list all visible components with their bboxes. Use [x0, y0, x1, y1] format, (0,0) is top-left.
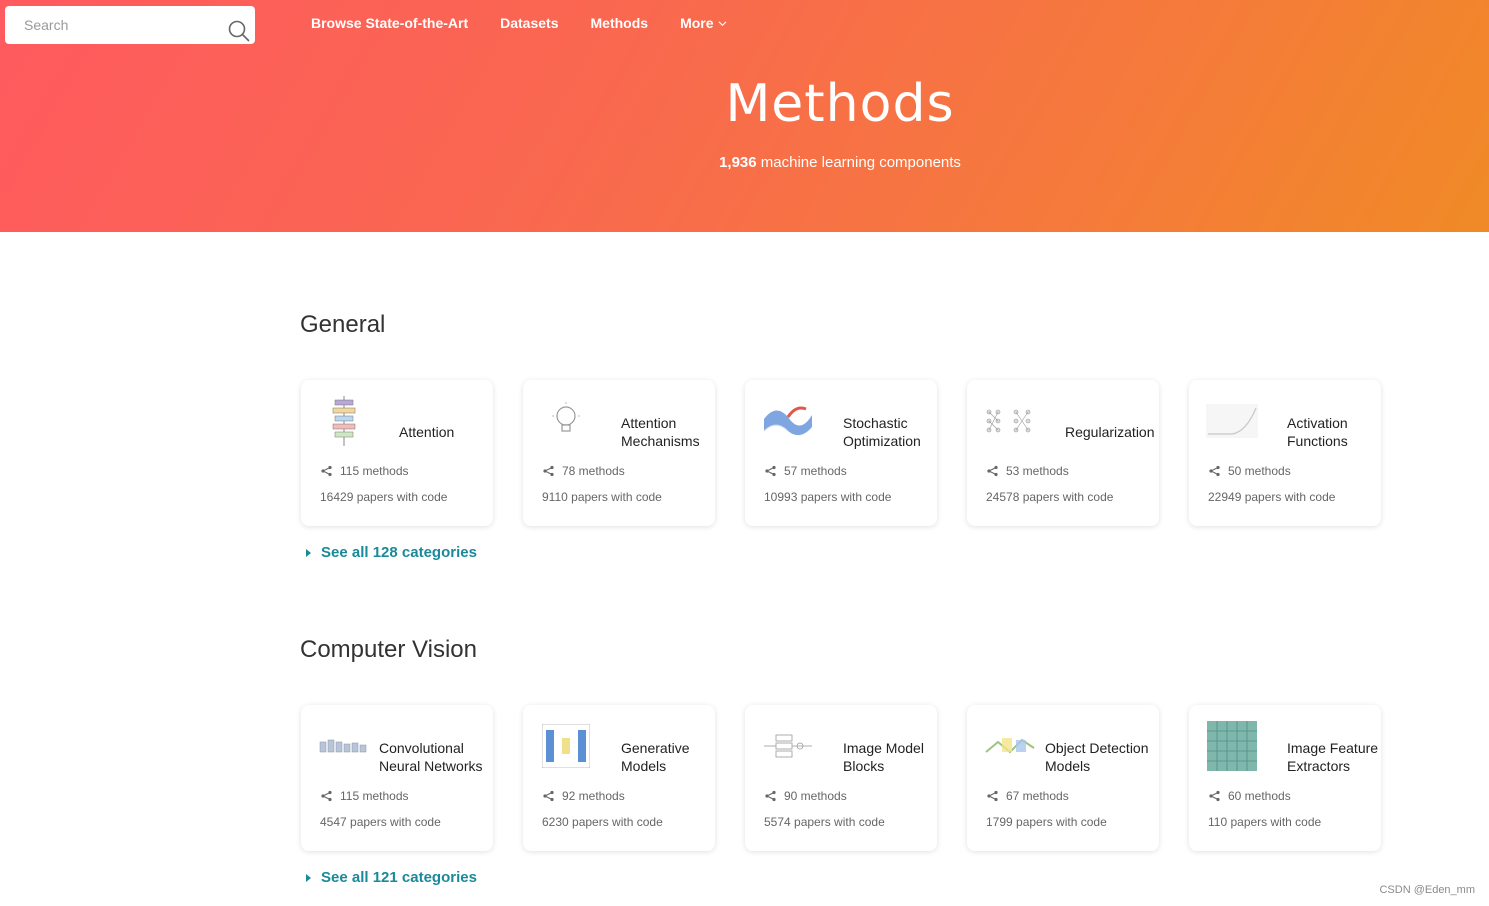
card-row-computer-vision: Convolutional Neural Networks 115 method…	[301, 705, 1381, 851]
card-methods: 60 methods	[1208, 789, 1291, 803]
methods-icon	[987, 465, 998, 477]
hero-banner: Browse State-of-the-Art Datasets Methods…	[0, 0, 1489, 232]
card-papers: 5574 papers with code	[764, 815, 885, 829]
nav-more-label: More	[680, 15, 714, 31]
attention-diagram-icon	[317, 396, 371, 446]
category-card-image-feature-extractors[interactable]: Image Feature Extractors 60 methods 110 …	[1189, 705, 1381, 851]
card-methods: 53 methods	[986, 464, 1069, 478]
category-card-attention-mechanisms[interactable]: Attention Mechanisms 78 methods 9110 pap…	[523, 380, 715, 526]
methods-icon	[987, 790, 998, 802]
card-title: Convolutional Neural Networks	[379, 740, 483, 774]
dropout-network-icon	[983, 396, 1037, 446]
component-count: 1,936	[719, 154, 757, 171]
card-papers: 110 papers with code	[1208, 815, 1322, 829]
chevron-down-icon	[718, 20, 726, 26]
category-card-cnn[interactable]: Convolutional Neural Networks 115 method…	[301, 705, 493, 851]
category-card-generative-models[interactable]: Generative Models 92 methods 6230 papers…	[523, 705, 715, 851]
category-card-regularization[interactable]: Regularization 53 methods 24578 papers w…	[967, 380, 1159, 526]
methods-icon	[765, 465, 776, 477]
category-card-activation-functions[interactable]: Activation Functions 50 methods 22949 pa…	[1189, 380, 1381, 526]
caret-right-icon	[306, 873, 311, 882]
card-row-general: Attention 115 methods 16429 papers with …	[301, 380, 1381, 526]
methods-icon	[543, 465, 554, 477]
card-methods: 115 methods	[320, 789, 409, 803]
feature-grid-icon	[1205, 721, 1259, 771]
card-methods: 92 methods	[542, 789, 625, 803]
methods-count: 78 methods	[562, 464, 625, 478]
methods-icon	[1209, 465, 1220, 477]
watermark: CSDN @Eden_mm	[1379, 884, 1475, 896]
card-title: Generative Models	[621, 740, 690, 774]
card-papers: 10993 papers with code	[764, 490, 892, 504]
activation-curve-icon	[1205, 396, 1259, 446]
card-title: Stochastic Optimization	[843, 415, 921, 449]
nav-datasets[interactable]: Datasets	[500, 15, 558, 31]
block-diagram-icon	[761, 721, 815, 771]
methods-count: 53 methods	[1006, 464, 1069, 478]
card-title: Object Detection Models	[1045, 740, 1149, 774]
methods-icon	[321, 465, 332, 477]
methods-icon	[321, 790, 332, 802]
nav-browse-sota[interactable]: Browse State-of-the-Art	[311, 15, 468, 31]
top-nav: Browse State-of-the-Art Datasets Methods…	[311, 15, 759, 31]
caret-right-icon	[306, 548, 311, 557]
card-title: Image Model Blocks	[843, 740, 924, 774]
methods-count: 67 methods	[1006, 789, 1069, 803]
card-papers: 6230 papers with code	[542, 815, 663, 829]
see-all-general-link[interactable]: See all 128 categories	[306, 544, 477, 561]
category-card-stochastic-optimization[interactable]: Stochastic Optimization 57 methods 10993…	[745, 380, 937, 526]
card-title: Regularization	[1065, 424, 1155, 440]
card-title: Attention	[399, 424, 455, 440]
category-card-image-model-blocks[interactable]: Image Model Blocks 90 methods 5574 paper…	[745, 705, 937, 851]
card-papers: 9110 papers with code	[542, 490, 662, 504]
lightbulb-icon	[539, 396, 593, 446]
subtitle-text: machine learning components	[760, 154, 961, 171]
card-methods: 90 methods	[764, 789, 847, 803]
section-title-computer-vision: Computer Vision	[300, 636, 477, 663]
see-all-label: See all 128 categories	[321, 544, 477, 561]
methods-count: 50 methods	[1228, 464, 1291, 478]
page-title: Methods	[725, 74, 955, 134]
methods-icon	[543, 790, 554, 802]
see-all-label: See all 121 categories	[321, 869, 477, 886]
card-papers: 1799 papers with code	[986, 815, 1107, 829]
card-papers: 22949 papers with code	[1208, 490, 1336, 504]
nav-more[interactable]: More	[680, 15, 726, 31]
page-subtitle: 1,936 machine learning components	[0, 154, 1489, 171]
card-methods: 67 methods	[986, 789, 1069, 803]
methods-count: 92 methods	[562, 789, 625, 803]
generative-diagram-icon	[539, 721, 593, 771]
see-all-computer-vision-link[interactable]: See all 121 categories	[306, 869, 477, 886]
methods-icon	[1209, 790, 1220, 802]
detection-diagram-icon	[983, 721, 1037, 771]
nav-methods[interactable]: Methods	[591, 15, 649, 31]
methods-count: 57 methods	[784, 464, 847, 478]
card-methods: 78 methods	[542, 464, 625, 478]
search-icon[interactable]	[227, 19, 251, 43]
methods-count: 115 methods	[340, 464, 409, 478]
methods-count: 60 methods	[1228, 789, 1291, 803]
card-title: Attention Mechanisms	[621, 415, 700, 449]
loss-surface-icon	[761, 396, 815, 446]
card-papers: 4547 papers with code	[320, 815, 441, 829]
card-papers: 16429 papers with code	[320, 490, 448, 504]
methods-count: 115 methods	[340, 789, 409, 803]
card-title: Image Feature Extractors	[1287, 740, 1379, 774]
card-methods: 50 methods	[1208, 464, 1291, 478]
category-card-attention[interactable]: Attention 115 methods 16429 papers with …	[301, 380, 493, 526]
methods-count: 90 methods	[784, 789, 847, 803]
card-papers: 24578 papers with code	[986, 490, 1114, 504]
category-card-object-detection-models[interactable]: Object Detection Models 67 methods 1799 …	[967, 705, 1159, 851]
section-title-general: General	[300, 311, 386, 338]
methods-icon	[765, 790, 776, 802]
card-title: Activation Functions	[1287, 415, 1348, 449]
search-input[interactable]	[5, 6, 215, 44]
card-methods: 57 methods	[764, 464, 847, 478]
card-methods: 115 methods	[320, 464, 409, 478]
cnn-diagram-icon	[317, 721, 371, 771]
search-box[interactable]	[5, 6, 255, 44]
